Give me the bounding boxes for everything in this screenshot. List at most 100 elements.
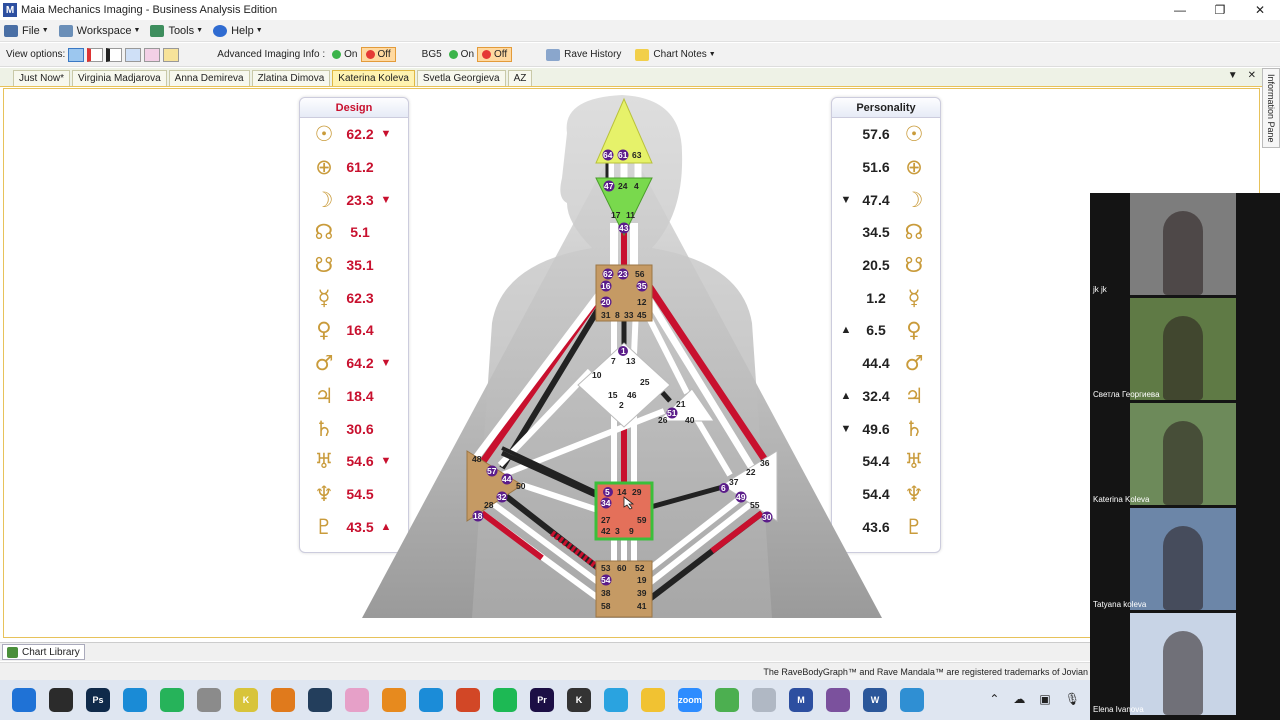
app-blue-app-icon[interactable] (900, 688, 924, 712)
gate-62: 62 (603, 269, 613, 279)
information-pane-tab[interactable]: Information Pane (1262, 68, 1280, 148)
viber-app-icon[interactable] (826, 688, 850, 712)
itunes-app-icon[interactable] (345, 688, 369, 712)
maia-app-icon[interactable]: M (789, 688, 813, 712)
participant-video-tile[interactable] (1130, 613, 1236, 715)
planet-glyph-icon: ♀ (906, 318, 922, 343)
minimize-icon[interactable]: — (1160, 0, 1200, 20)
library-icon (7, 646, 18, 658)
green-dot-icon (332, 50, 342, 59)
network-icon[interactable]: ▣ (1039, 692, 1050, 706)
participant-name: Tatyana koleva (1093, 600, 1147, 609)
planet-glyph-icon: ♀ (316, 318, 332, 343)
gate-17: 17 (611, 210, 621, 220)
gate-49: 49 (736, 492, 746, 502)
telegram-app-icon[interactable] (604, 688, 628, 712)
advanced-imaging-toggle: On Off (329, 47, 396, 62)
chart-library-tab[interactable]: Chart Library (2, 644, 85, 660)
premiere-app-icon[interactable]: Pr (530, 688, 554, 712)
terminal-app-icon[interactable] (49, 688, 73, 712)
tab-svetla-georgieva[interactable]: Svetla Georgieva (416, 70, 506, 86)
view-composite-button[interactable] (125, 47, 142, 62)
gate-10: 10 (592, 370, 602, 380)
trademark-text: The RaveBodyGraph™ and Rave Mandala™ are… (763, 666, 1088, 677)
mic-app-app-icon[interactable] (197, 688, 221, 712)
tab-zlatina-dimova[interactable]: Zlatina Dimova (251, 70, 331, 86)
planet-glyph-icon: ♄ (314, 416, 334, 441)
vpn-app-icon[interactable] (308, 688, 332, 712)
menu-help[interactable]: Help ▼ (213, 24, 263, 37)
tab-label: Svetla Georgieva (422, 73, 500, 84)
chevron-up-icon[interactable]: ⌃ (989, 692, 999, 706)
tab-just-now[interactable]: Just Now* (13, 70, 71, 86)
close-icon[interactable]: ✕ (1240, 0, 1280, 20)
gate-46: 46 (627, 390, 637, 400)
view-notes-button[interactable] (163, 47, 180, 62)
spotify-app-icon[interactable] (493, 688, 517, 712)
start-app-icon[interactable] (12, 688, 36, 712)
view-transit-button[interactable] (144, 47, 161, 62)
clock-app-icon[interactable] (752, 688, 776, 712)
taskbar: Ps K Pr Kzoom M W ⌃ ☁ ▣ 🎙 (0, 680, 1090, 720)
gate-56: 56 (635, 269, 645, 279)
planet-glyph-icon: ☋ (314, 253, 334, 278)
chrome-app-icon[interactable] (715, 688, 739, 712)
chart-notes-button[interactable]: Chart Notes ▼ (635, 48, 716, 61)
menu-workspace[interactable]: Workspace ▼ (58, 24, 140, 37)
vlc-app-icon[interactable] (382, 688, 406, 712)
menu-file[interactable]: File ▼ (4, 24, 49, 37)
photoshop-app-icon[interactable]: Ps (86, 688, 110, 712)
killer-app-icon[interactable]: K (234, 688, 258, 712)
gate-42: 42 (601, 526, 611, 536)
gate-34: 34 (601, 498, 611, 508)
planet-glyph-icon: ☊ (904, 220, 924, 245)
view-bodygraph-button[interactable] (68, 47, 85, 62)
bg5-off-button[interactable]: Off (477, 47, 513, 62)
planet-glyph-icon: ⊕ (905, 155, 923, 180)
maximize-icon[interactable]: ❐ (1200, 0, 1240, 20)
advanced-off-button[interactable]: Off (360, 47, 396, 62)
snip-app-icon[interactable] (419, 688, 443, 712)
avatar (1163, 421, 1203, 505)
gate-51: 51 (667, 408, 677, 418)
tab-anna-demireva[interactable]: Anna Demireva (168, 70, 250, 86)
planet-glyph-icon: ♅ (904, 449, 924, 474)
tab-list-icon[interactable]: ▼ (1228, 70, 1238, 81)
microphone-icon[interactable]: 🎙 (1065, 692, 1080, 706)
zoom-app-icon[interactable]: zoom (678, 688, 702, 712)
menu-tools[interactable]: Tools ▼ (150, 24, 203, 37)
view-personality-button[interactable] (106, 47, 123, 62)
tab-katerina-koleva[interactable]: Katerina Koleva (332, 70, 415, 86)
planet-glyph-icon: ☿ (317, 285, 331, 310)
view-design-button[interactable] (87, 47, 104, 62)
gate-14: 14 (617, 487, 627, 497)
cloud-icon[interactable]: ☁ (1013, 692, 1025, 706)
planet-glyph-icon: ♇ (314, 514, 334, 539)
advanced-imaging-label: Advanced Imaging Info : (217, 49, 326, 60)
taskbar-apps: Ps K Pr Kzoom M W (12, 688, 937, 712)
gate-23: 23 (618, 269, 628, 279)
whatsapp-app-icon[interactable] (160, 688, 184, 712)
k-app-app-icon[interactable]: K (567, 688, 591, 712)
edge-app-icon[interactable] (123, 688, 147, 712)
off-label: Off (494, 49, 508, 60)
tab-az[interactable]: AZ (507, 70, 533, 86)
participant-video-tile[interactable] (1130, 508, 1236, 610)
advanced-on-button[interactable]: On (329, 48, 360, 61)
folder-app-icon[interactable] (641, 688, 665, 712)
word-app-icon[interactable]: W (863, 688, 887, 712)
tab-virginia-madjarova[interactable]: Virginia Madjarova (72, 70, 167, 86)
participant-name: Elena Ivanova (1093, 705, 1144, 714)
planet-glyph-icon: ☿ (907, 285, 921, 310)
bg5-on-button[interactable]: On (446, 48, 477, 61)
participant-video-tile[interactable] (1130, 193, 1236, 295)
gate-59: 59 (637, 515, 647, 525)
rave-history-button[interactable]: Rave History (546, 48, 621, 61)
powerpoint-app-icon[interactable] (456, 688, 480, 712)
participant-video-tile[interactable] (1130, 298, 1236, 400)
avatar (1163, 316, 1203, 400)
participant-video-tile[interactable] (1130, 403, 1236, 505)
close-tab-icon[interactable]: ✕ (1248, 70, 1256, 81)
view-options-label: View options: (6, 49, 66, 60)
search-app-app-icon[interactable] (271, 688, 295, 712)
